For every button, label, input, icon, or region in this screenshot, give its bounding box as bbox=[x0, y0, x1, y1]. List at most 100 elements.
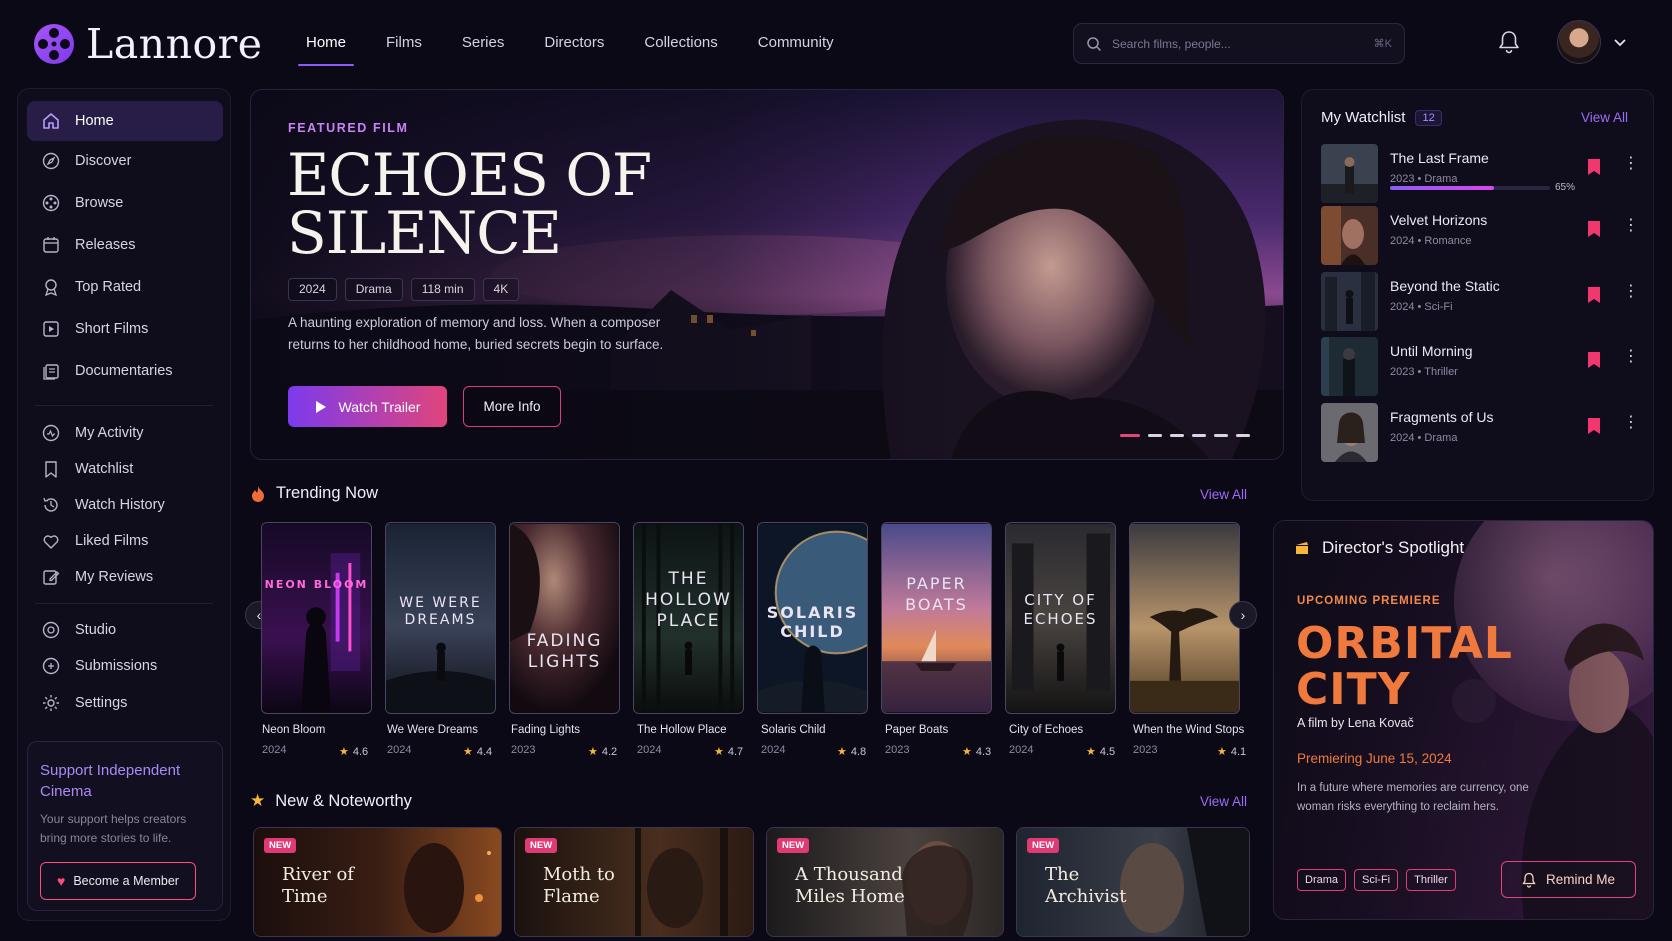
bookmark-filled-icon[interactable] bbox=[1587, 158, 1601, 176]
watchlist-item[interactable]: Beyond the Static 2024 • Sci-Fi ⋮ bbox=[1321, 272, 1641, 332]
more-options-icon[interactable]: ⋮ bbox=[1623, 156, 1639, 172]
heart-icon bbox=[41, 531, 61, 551]
chevron-right-icon: › bbox=[1240, 607, 1246, 623]
sidebar-item-label: Home bbox=[75, 113, 114, 129]
watchlist-thumbnail bbox=[1321, 403, 1378, 462]
more-options-icon[interactable]: ⋮ bbox=[1623, 415, 1639, 431]
noteworthy-card[interactable]: NEW The Archivist bbox=[1016, 827, 1250, 937]
sidebar-item-label: Settings bbox=[75, 695, 128, 711]
carousel-dot[interactable] bbox=[1236, 434, 1250, 437]
sidebar-item-browse[interactable]: Browse bbox=[27, 183, 223, 223]
watchlist-thumbnail bbox=[1321, 337, 1378, 396]
chevron-down-icon[interactable] bbox=[1613, 37, 1627, 47]
sidebar-divider bbox=[35, 603, 213, 604]
bookmark-filled-icon[interactable] bbox=[1587, 220, 1601, 238]
sidebar-item-watchlist[interactable]: Watchlist bbox=[27, 449, 223, 489]
noteworthy-card[interactable]: NEW Moth to Flame bbox=[514, 827, 754, 937]
sidebar-item-studio[interactable]: Studio bbox=[27, 610, 223, 650]
noteworthy-card[interactable]: NEW A Thousand Miles Home bbox=[766, 827, 1004, 937]
carousel-dot[interactable] bbox=[1148, 434, 1162, 437]
watchlist-item[interactable]: Velvet Horizons 2024 • Romance ⋮ bbox=[1321, 206, 1641, 266]
sidebar-item-label: Watchlist bbox=[75, 461, 134, 477]
sidebar-item-home[interactable]: Home bbox=[27, 101, 223, 141]
nav-home[interactable]: Home bbox=[286, 22, 366, 66]
sidebar-item-liked-films[interactable]: Liked Films bbox=[27, 521, 223, 561]
trending-poster[interactable]: SOLARIS CHILD bbox=[757, 522, 868, 714]
sidebar-item-documentaries[interactable]: Documentaries bbox=[27, 351, 223, 391]
sidebar-item-top-rated[interactable]: Top Rated bbox=[27, 267, 223, 307]
trending-year: 2024 bbox=[387, 744, 412, 756]
trending-poster[interactable]: NEON BLOOM bbox=[261, 522, 372, 714]
nav-series[interactable]: Series bbox=[442, 22, 525, 64]
spotlight-tags: Drama Sci-Fi Thriller bbox=[1297, 869, 1456, 891]
carousel-dot[interactable] bbox=[1120, 434, 1140, 437]
search-input[interactable] bbox=[1112, 36, 1364, 51]
watchlist-item[interactable]: The Last Frame 2023 • Drama ⋮ bbox=[1321, 144, 1641, 204]
documentary-icon bbox=[41, 361, 61, 381]
nav-collections[interactable]: Collections bbox=[624, 22, 737, 64]
carousel-dot[interactable] bbox=[1214, 434, 1228, 437]
trending-view-all[interactable]: View All bbox=[1200, 487, 1247, 502]
trending-next-arrow[interactable]: › bbox=[1229, 601, 1257, 629]
avatar[interactable] bbox=[1557, 20, 1601, 64]
trending-header: Trending Now bbox=[250, 484, 378, 503]
carousel-dot[interactable] bbox=[1192, 434, 1206, 437]
sidebar-item-watch-history[interactable]: Watch History bbox=[27, 485, 223, 525]
more-options-icon[interactable]: ⋮ bbox=[1623, 349, 1639, 365]
sidebar-item-submissions[interactable]: Submissions bbox=[27, 646, 223, 686]
trending-title: Fading Lights bbox=[511, 724, 581, 736]
remind-me-button[interactable]: Remind Me bbox=[1501, 861, 1636, 898]
edit-icon bbox=[41, 567, 61, 587]
genre-tag[interactable]: Drama bbox=[1297, 869, 1347, 891]
sidebar-item-label: Releases bbox=[75, 237, 136, 253]
nav-community[interactable]: Community bbox=[738, 22, 854, 64]
nav-films[interactable]: Films bbox=[366, 22, 442, 64]
nav-directors[interactable]: Directors bbox=[524, 22, 624, 64]
become-member-button[interactable]: ♥ Become a Member bbox=[40, 862, 196, 900]
search-icon bbox=[1087, 36, 1102, 51]
brand-logo[interactable]: Lannore bbox=[32, 20, 263, 68]
sidebar-item-settings[interactable]: Settings bbox=[27, 683, 223, 723]
more-options-icon[interactable]: ⋮ bbox=[1623, 284, 1639, 300]
noteworthy-card[interactable]: NEW River of Time bbox=[253, 827, 502, 937]
sidebar-item-discover[interactable]: Discover bbox=[27, 141, 223, 181]
watchlist-item[interactable]: Until Morning 2023 • Thriller ⋮ bbox=[1321, 337, 1641, 397]
bookmark-filled-icon[interactable] bbox=[1587, 351, 1601, 369]
watchlist-item[interactable]: Fragments of Us 2024 • Drama ⋮ bbox=[1321, 403, 1641, 463]
sidebar-item-short-films[interactable]: Short Films bbox=[27, 309, 223, 349]
watchlist-meta: 2023 • Thriller bbox=[1390, 366, 1458, 378]
sidebar-item-releases[interactable]: Releases bbox=[27, 225, 223, 265]
trending-poster[interactable]: CITY OF ECHOES bbox=[1005, 522, 1116, 714]
more-options-icon[interactable]: ⋮ bbox=[1623, 218, 1639, 234]
genre-tag[interactable]: Sci-Fi bbox=[1354, 869, 1399, 891]
trending-rating: ★ 4.3 bbox=[962, 745, 991, 759]
user-menu[interactable] bbox=[1557, 20, 1627, 64]
bookmark-filled-icon[interactable] bbox=[1587, 286, 1601, 304]
watchlist-view-all[interactable]: View All bbox=[1581, 110, 1628, 125]
sidebar-item-my-reviews[interactable]: My Reviews bbox=[27, 557, 223, 597]
poster-art bbox=[1130, 523, 1239, 713]
more-info-button[interactable]: More Info bbox=[463, 386, 561, 427]
notification-bell-icon[interactable] bbox=[1498, 30, 1520, 54]
carousel-dot[interactable] bbox=[1170, 434, 1184, 437]
star-icon: ★ bbox=[250, 791, 266, 810]
trending-title: Neon Bloom bbox=[262, 724, 326, 736]
genre-tag[interactable]: Thriller bbox=[1406, 869, 1456, 891]
sidebar-item-label: Submissions bbox=[75, 658, 158, 674]
trending-poster[interactable]: WE WERE DREAMS bbox=[385, 522, 496, 714]
trending-title: We Were Dreams bbox=[387, 724, 478, 736]
featured-hero[interactable]: FEATURED FILM ECHOES OF SILENCE 2024 Dra… bbox=[250, 89, 1284, 460]
short-film-icon bbox=[41, 319, 61, 339]
trending-poster[interactable]: THE HOLLOW PLACE bbox=[633, 522, 744, 714]
poster-art bbox=[262, 523, 371, 713]
directors-spotlight-card[interactable]: Director's Spotlight UPCOMING PREMIERE O… bbox=[1273, 520, 1654, 920]
noteworthy-view-all[interactable]: View All bbox=[1200, 794, 1247, 809]
trending-poster[interactable] bbox=[1129, 522, 1240, 714]
watch-trailer-button[interactable]: Watch Trailer bbox=[288, 386, 447, 427]
trending-year: 2024 bbox=[637, 744, 662, 756]
sidebar-item-my-activity[interactable]: My Activity bbox=[27, 413, 223, 453]
bookmark-filled-icon[interactable] bbox=[1587, 417, 1601, 435]
trending-poster[interactable]: PAPER BOATS bbox=[881, 522, 992, 714]
trending-poster[interactable]: FADING LIGHTS bbox=[509, 522, 620, 714]
watch-trailer-label: Watch Trailer bbox=[338, 398, 421, 415]
